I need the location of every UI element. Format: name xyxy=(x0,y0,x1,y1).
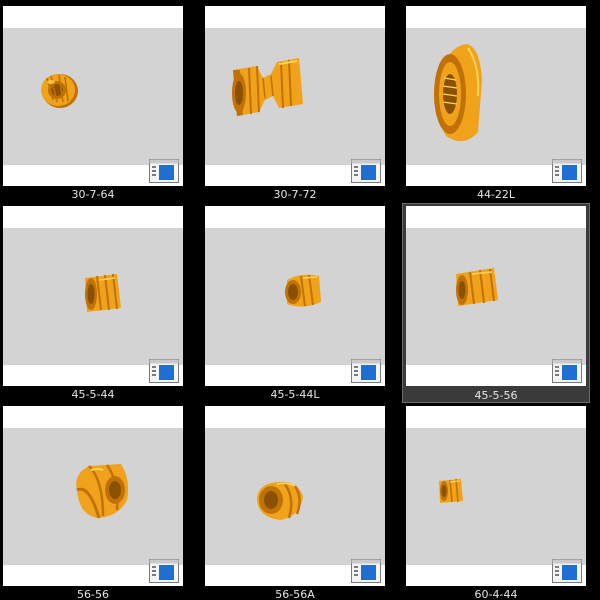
file-tile-30-7-72[interactable]: 30-7-72 xyxy=(204,5,386,201)
thumbnail xyxy=(3,206,183,386)
thumbnail xyxy=(205,206,385,386)
screw-element-preview xyxy=(41,74,78,108)
file-tile-56-56[interactable]: 56-56 xyxy=(2,405,184,600)
file-name-label: 30-7-64 xyxy=(71,188,115,201)
screw-element-preview xyxy=(257,481,303,520)
solidworks-part-icon xyxy=(552,559,582,583)
screw-element-preview xyxy=(456,268,498,306)
preview-viewport xyxy=(3,28,183,165)
file-name-label: 56-56A xyxy=(275,588,315,600)
screw-element-preview xyxy=(85,273,121,312)
solidworks-part-icon xyxy=(351,159,381,183)
preview-viewport xyxy=(3,228,183,365)
file-name-label: 44-22L xyxy=(476,188,516,201)
file-tile-30-7-64[interactable]: 30-7-64 xyxy=(2,5,184,201)
preview-viewport xyxy=(406,428,586,565)
screw-element-preview xyxy=(434,44,482,142)
thumbnail xyxy=(205,406,385,586)
file-name-label: 56-56 xyxy=(77,588,109,600)
thumbnail xyxy=(3,406,183,586)
file-tile-45-5-56[interactable]: 45-5-56 xyxy=(402,203,590,403)
file-tile-45-5-44L[interactable]: 45-5-44L xyxy=(204,205,386,401)
preview-viewport xyxy=(205,28,385,165)
preview-viewport xyxy=(406,228,586,365)
solidworks-part-icon xyxy=(351,559,381,583)
file-tile-56-56A[interactable]: 56-56A xyxy=(204,405,386,600)
preview-viewport xyxy=(205,428,385,565)
thumbnail xyxy=(205,6,385,186)
file-name-label: 45-5-56 xyxy=(474,389,518,402)
file-tile-44-22L[interactable]: 44-22L xyxy=(405,5,587,201)
preview-viewport xyxy=(406,28,586,165)
preview-viewport xyxy=(3,428,183,565)
file-name-label: 30-7-72 xyxy=(273,188,317,201)
screw-element-preview xyxy=(439,478,463,503)
thumbnail xyxy=(3,6,183,186)
solidworks-part-icon xyxy=(149,559,179,583)
file-tile-45-5-44[interactable]: 45-5-44 xyxy=(2,205,184,401)
thumbnail xyxy=(406,406,586,586)
file-name-label: 45-5-44L xyxy=(270,388,320,401)
solidworks-part-icon xyxy=(149,359,179,383)
file-thumbnail-grid: 30-7-64 30-7-72 44-22L 45-5-44 45-5-44L … xyxy=(0,0,600,600)
screw-element-preview xyxy=(76,464,129,519)
file-name-label: 45-5-44 xyxy=(71,388,115,401)
thumbnail xyxy=(406,206,586,386)
screw-element-preview xyxy=(285,274,321,307)
file-name-label: 60-4-44 xyxy=(474,588,518,600)
preview-viewport xyxy=(205,228,385,365)
solidworks-part-icon xyxy=(552,159,582,183)
file-tile-60-4-44[interactable]: 60-4-44 xyxy=(405,405,587,600)
solidworks-part-icon xyxy=(552,359,582,383)
screw-element-preview xyxy=(232,58,303,116)
thumbnail xyxy=(406,6,586,186)
solidworks-part-icon xyxy=(351,359,381,383)
solidworks-part-icon xyxy=(149,159,179,183)
